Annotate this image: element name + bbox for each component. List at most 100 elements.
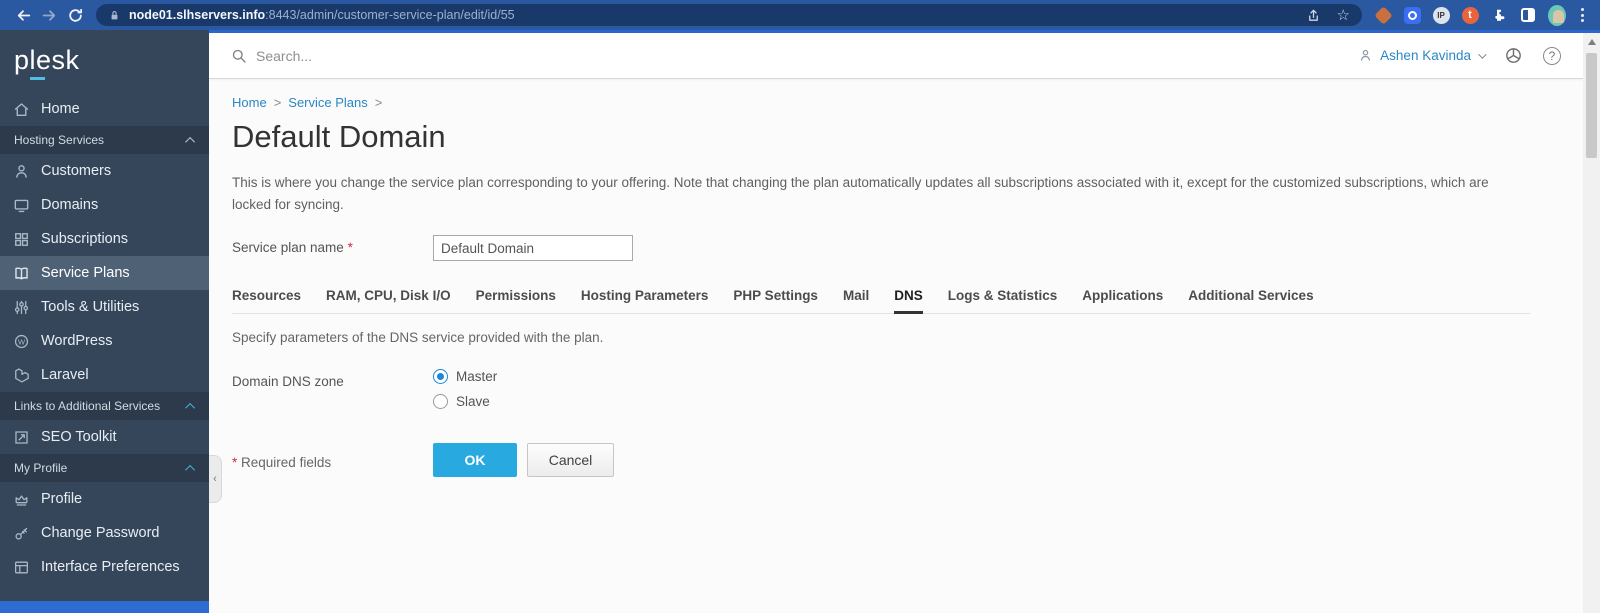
browser-profile-avatar[interactable] — [1548, 4, 1566, 26]
help-icon[interactable]: ? — [1543, 46, 1561, 65]
sidebar: plesk Home Hosting Services Customers Do… — [0, 30, 209, 613]
tab-ram-cpu-disk[interactable]: RAM, CPU, Disk I/O — [326, 288, 451, 313]
search-box[interactable] — [231, 47, 576, 64]
sidebar-item-customers[interactable]: Customers — [0, 154, 209, 188]
laravel-icon — [15, 367, 29, 383]
search-input[interactable] — [256, 47, 576, 64]
sidebar-item-home[interactable]: Home — [0, 92, 209, 126]
browser-reload-button[interactable] — [62, 2, 88, 28]
interface-preferences-icon — [15, 561, 28, 573]
user-name: Ashen Kavinda — [1380, 48, 1471, 63]
profile-crown-icon — [15, 494, 28, 506]
breadcrumb-separator: > — [273, 95, 282, 110]
user-icon — [1358, 48, 1373, 63]
sidebar-collapse-handle[interactable]: ‹ — [209, 455, 222, 503]
sidebar-bottom-strip — [0, 601, 209, 613]
sidebar-item-seo-toolkit[interactable]: SEO Toolkit — [0, 420, 209, 454]
plesk-logo[interactable]: plesk — [0, 30, 209, 92]
tools-utilities-icon — [14, 300, 29, 314]
topbar: Ashen Kavinda ? — [209, 33, 1583, 79]
sidebar-item-change-password[interactable]: Change Password — [0, 516, 209, 550]
sidebar-item-laravel[interactable]: Laravel — [0, 358, 209, 392]
browser-back-button[interactable] — [10, 2, 36, 28]
radio-option-master[interactable]: Master — [433, 369, 497, 385]
extension-ip-lookup-icon[interactable]: IP — [1432, 6, 1450, 24]
tab-mail[interactable]: Mail — [843, 288, 869, 313]
tab-php-settings[interactable]: PHP Settings — [733, 288, 818, 313]
sidebar-item-wordpress[interactable]: W WordPress — [0, 324, 209, 358]
tab-additional-services[interactable]: Additional Services — [1188, 288, 1313, 313]
sidebar-item-profile[interactable]: Profile — [0, 482, 209, 516]
seo-toolkit-icon — [15, 430, 28, 444]
radio-option-slave[interactable]: Slave — [433, 394, 497, 410]
back-arrow-icon — [17, 9, 30, 21]
bookmark-star-icon[interactable]: ☆ — [1337, 8, 1350, 23]
tab-permissions[interactable]: Permissions — [476, 288, 556, 313]
scrollbar-up-arrow[interactable] — [1587, 39, 1596, 45]
home-icon — [14, 102, 29, 116]
tab-resources[interactable]: Resources — [232, 288, 301, 313]
share-icon[interactable] — [1306, 8, 1321, 23]
sidebar-item-interface-preferences[interactable]: Interface Preferences — [0, 550, 209, 584]
tab-bar: Resources RAM, CPU, Disk I/O Permissions… — [232, 288, 1530, 315]
tab-logs-statistics[interactable]: Logs & Statistics — [948, 288, 1058, 313]
sidebar-item-tools-utilities[interactable]: Tools & Utilities — [0, 290, 209, 324]
extension-diamond-icon[interactable] — [1373, 5, 1393, 25]
page-scrollbar[interactable] — [1583, 33, 1600, 613]
sidebar-item-subscriptions[interactable]: Subscriptions — [0, 222, 209, 256]
required-asterisk: * — [347, 240, 353, 256]
lock-icon — [108, 9, 121, 22]
radio-selected-icon[interactable] — [433, 369, 448, 385]
radio-unselected-icon[interactable] — [433, 394, 448, 410]
breadcrumb-service-plans-link[interactable]: Service Plans — [288, 95, 367, 110]
side-panel-icon[interactable] — [1519, 6, 1537, 24]
tab-hosting-parameters[interactable]: Hosting Parameters — [581, 288, 709, 313]
scrollbar-thumb[interactable] — [1586, 53, 1597, 158]
ok-button[interactable]: OK — [433, 443, 517, 478]
extensions-ball-icon[interactable] — [1504, 46, 1523, 65]
breadcrumb-separator: > — [374, 95, 383, 110]
address-bar[interactable]: node01.slhservers.info:8443/admin/custom… — [96, 4, 1362, 26]
page-body: Home > Service Plans > Default Domain Th… — [209, 79, 1583, 613]
sidebar-item-domains[interactable]: Domains — [0, 188, 209, 222]
domains-icon — [14, 199, 29, 212]
sidebar-item-service-plans[interactable]: Service Plans — [0, 256, 209, 290]
sidebar-section-hosting-services[interactable]: Hosting Services — [0, 126, 209, 154]
customers-icon — [16, 164, 27, 178]
url-host: node01.slhservers.info — [129, 8, 266, 22]
cancel-button[interactable]: Cancel — [527, 443, 614, 478]
tab-dns[interactable]: DNS — [894, 288, 923, 315]
browser-extensions-area: IP t — [1372, 4, 1590, 26]
dns-zone-radio-group: Master Slave — [433, 369, 497, 419]
tab-applications[interactable]: Applications — [1082, 288, 1163, 313]
browser-forward-button[interactable] — [36, 2, 62, 28]
chevron-up-icon — [185, 136, 196, 147]
subscriptions-icon — [15, 232, 28, 246]
chevron-down-icon — [1478, 49, 1487, 59]
extension-ring-icon[interactable] — [1403, 6, 1421, 24]
svg-text:W: W — [18, 337, 25, 346]
forward-arrow-icon — [42, 9, 55, 21]
breadcrumb-home-link[interactable]: Home — [232, 95, 267, 110]
user-menu[interactable]: Ashen Kavinda — [1358, 48, 1487, 63]
breadcrumb: Home > Service Plans > — [232, 95, 1530, 110]
required-asterisk: * — [232, 455, 238, 471]
required-fields-note: * Required fields — [232, 455, 332, 471]
wordpress-icon: W — [14, 334, 29, 348]
sidebar-section-links-additional-services[interactable]: Links to Additional Services — [0, 392, 209, 420]
service-plans-icon — [15, 267, 28, 280]
extension-t-icon[interactable]: t — [1461, 6, 1479, 24]
dns-tab-description: Specify parameters of the DNS service pr… — [232, 330, 604, 346]
plan-name-input[interactable] — [433, 235, 633, 262]
chevron-up-icon — [185, 464, 196, 475]
page-description: This is where you change the service pla… — [232, 175, 1489, 212]
sidebar-section-my-profile[interactable]: My Profile — [0, 454, 209, 482]
dns-zone-label: Domain DNS zone — [232, 374, 344, 390]
reload-icon — [68, 8, 82, 22]
extensions-puzzle-icon[interactable] — [1490, 6, 1508, 24]
url-path: :8443/admin/customer-service-plan/edit/i… — [265, 8, 515, 22]
browser-toolbar: node01.slhservers.info:8443/admin/custom… — [0, 0, 1600, 30]
key-icon — [15, 527, 28, 540]
browser-menu-button[interactable] — [1577, 8, 1588, 22]
plan-name-label: Service plan name * — [232, 240, 353, 256]
